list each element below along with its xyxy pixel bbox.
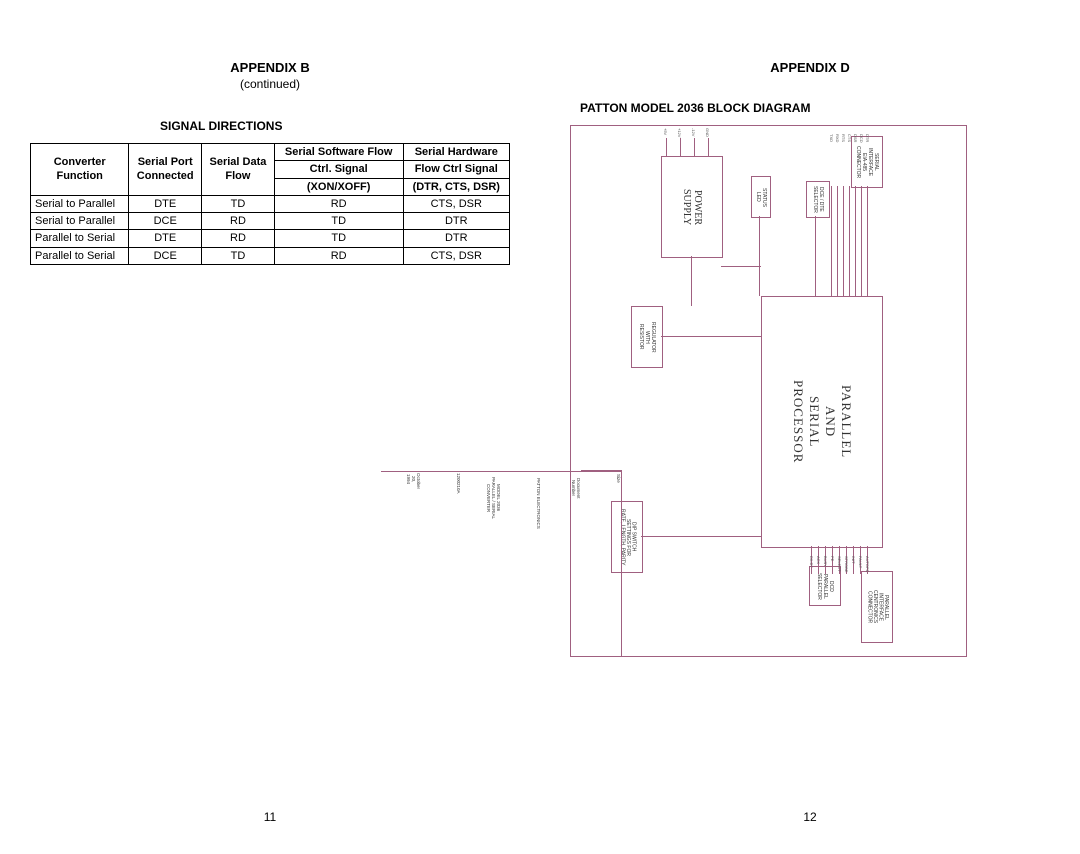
continued-label: (continued) [30, 77, 510, 91]
table-cell: DCE [129, 213, 202, 230]
serial-wire [849, 186, 850, 296]
tb-product: MODEL 2036 PARALLEL / SERIAL CONVERTER [461, 471, 501, 524]
table-cell: DCE [129, 247, 202, 264]
serial-pin-label: TXD [829, 134, 834, 142]
tb-date: October 20, 1994 [381, 471, 421, 486]
table-cell: TD [274, 230, 403, 247]
table-cell: Serial to Parallel [31, 195, 129, 212]
table-cell: DTR [403, 230, 509, 247]
power-pin-label: GND [705, 128, 710, 137]
table-cell: DTE [129, 230, 202, 247]
power-wire [694, 138, 695, 156]
serial-pin-label: CTS [847, 134, 852, 142]
power-pin-label: +12V [677, 128, 682, 137]
processor-block: PARALLELANDSERIALPROCESSOR [761, 296, 883, 548]
wire [815, 216, 816, 296]
wire [691, 256, 692, 306]
table-cell: TD [202, 195, 275, 212]
col-sw-flow-2: Ctrl. Signal [274, 161, 403, 178]
power-wire [708, 138, 709, 156]
power-wire [680, 138, 681, 156]
table-cell: RD [202, 230, 275, 247]
regulator-block: REGULATORWITHRESISTOR [631, 306, 663, 368]
parallel-pin-label: BUSY [823, 556, 828, 567]
signal-directions-table: Converter Function Serial Port Connected… [30, 143, 510, 265]
serial-wire [855, 186, 856, 296]
table-row: Parallel to SerialDTERDTDDTR [31, 230, 510, 247]
col-converter: Converter Function [31, 144, 129, 196]
serial-connector-block: SERIALINTERFACEEIA-485CONNECTOR [851, 136, 883, 188]
serial-wire [837, 186, 838, 296]
table-cell: Parallel to Serial [31, 247, 129, 264]
power-supply-block: POWERSUPPLY [661, 156, 723, 258]
power-wire [666, 138, 667, 156]
page-number-left: 11 [0, 810, 540, 824]
col-serial-data: Serial Data Flow [202, 144, 275, 196]
table-cell: CTS, DSR [403, 195, 509, 212]
table-cell: Serial to Parallel [31, 213, 129, 230]
parallel-connector-block: PARALLELINTERFACECENTRONICSCONNECTOR [861, 571, 893, 643]
serial-pin-label: DCD [859, 134, 864, 143]
signal-directions-heading: SIGNAL DIRECTIONS [160, 119, 510, 133]
appendix-b-title: APPENDIX B [30, 60, 510, 75]
col-hw-flow-3: (DTR, CTS, DSR) [403, 178, 509, 195]
col-sw-flow-1: Serial Software Flow [274, 144, 403, 161]
table-cell: DTE [129, 195, 202, 212]
dce-dte-selector-block: DCE / DTESELECTOR [806, 181, 830, 218]
page-number-right: 12 [540, 810, 1080, 824]
col-sw-flow-3: (XON/XOFF) [274, 178, 403, 195]
col-hw-flow-2: Flow Ctrl Signal [403, 161, 509, 178]
tb-size: Size [581, 471, 621, 484]
serial-wire [831, 186, 832, 296]
parallel-pin-label: FAULT [858, 556, 863, 568]
left-page: APPENDIX B (continued) SIGNAL DIRECTIONS… [0, 0, 540, 854]
parallel-pin-label: AUTOFD [865, 556, 870, 572]
wire [759, 216, 760, 296]
parallel-pin-label: SELECT [837, 556, 842, 572]
parallel-pin-label: PE [830, 556, 835, 561]
parallel-pin-label: INIT [851, 556, 856, 564]
table-row: Parallel to SerialDCETDRDCTS, DSR [31, 247, 510, 264]
serial-pin-label: DTR [865, 134, 870, 142]
parallel-pin-label: STROBE [844, 556, 849, 572]
serial-wire [867, 186, 868, 296]
tb-docnum: 1200210A [421, 471, 461, 492]
wire [721, 266, 761, 267]
table-body: Serial to ParallelDTETDRDCTS, DSRSerial … [31, 195, 510, 264]
block-diagram: PARALLELANDSERIALPROCESSOR POWERSUPPLY R… [570, 125, 967, 657]
page-container: APPENDIX B (continued) SIGNAL DIRECTIONS… [0, 0, 1080, 854]
serial-pin-label: DSR [853, 134, 858, 142]
table-cell: TD [202, 247, 275, 264]
table-row: Serial to ParallelDCERDTDDTR [31, 213, 510, 230]
wire [661, 336, 761, 337]
serial-wire [843, 186, 844, 296]
col-serial-port: Serial Port Connected [129, 144, 202, 196]
title-block: Size Document Number PATTON ELECTRONICS … [581, 470, 622, 656]
table-cell: Parallel to Serial [31, 230, 129, 247]
status-led-block: STATUSLED [751, 176, 771, 218]
appendix-d-title: APPENDIX D [570, 60, 1050, 75]
table-cell: RD [274, 247, 403, 264]
serial-pin-label: RXD [835, 134, 840, 142]
serial-pin-label: RTS [841, 134, 846, 142]
right-page: APPENDIX D PATTON MODEL 2036 BLOCK DIAGR… [540, 0, 1080, 854]
table-cell: CTS, DSR [403, 247, 509, 264]
table-cell: RD [202, 213, 275, 230]
parallel-pin-label: D0-D7 [809, 556, 814, 568]
table-head: Converter Function Serial Port Connected… [31, 144, 510, 196]
serial-wire [861, 186, 862, 296]
col-hw-flow-1: Serial Hardware [403, 144, 509, 161]
tb-company: PATTON ELECTRONICS [501, 471, 541, 534]
power-pin-label: -12V [691, 128, 696, 136]
table-cell: RD [274, 195, 403, 212]
tb-docnum-label: Document Number [541, 471, 581, 504]
table-cell: DTR [403, 213, 509, 230]
table-cell: TD [274, 213, 403, 230]
table-row: Serial to ParallelDTETDRDCTS, DSR [31, 195, 510, 212]
power-pin-label: +5V [663, 128, 668, 135]
parallel-pin-label: ACK [816, 556, 821, 564]
wire [641, 536, 761, 537]
block-diagram-heading: PATTON MODEL 2036 BLOCK DIAGRAM [580, 101, 1050, 115]
